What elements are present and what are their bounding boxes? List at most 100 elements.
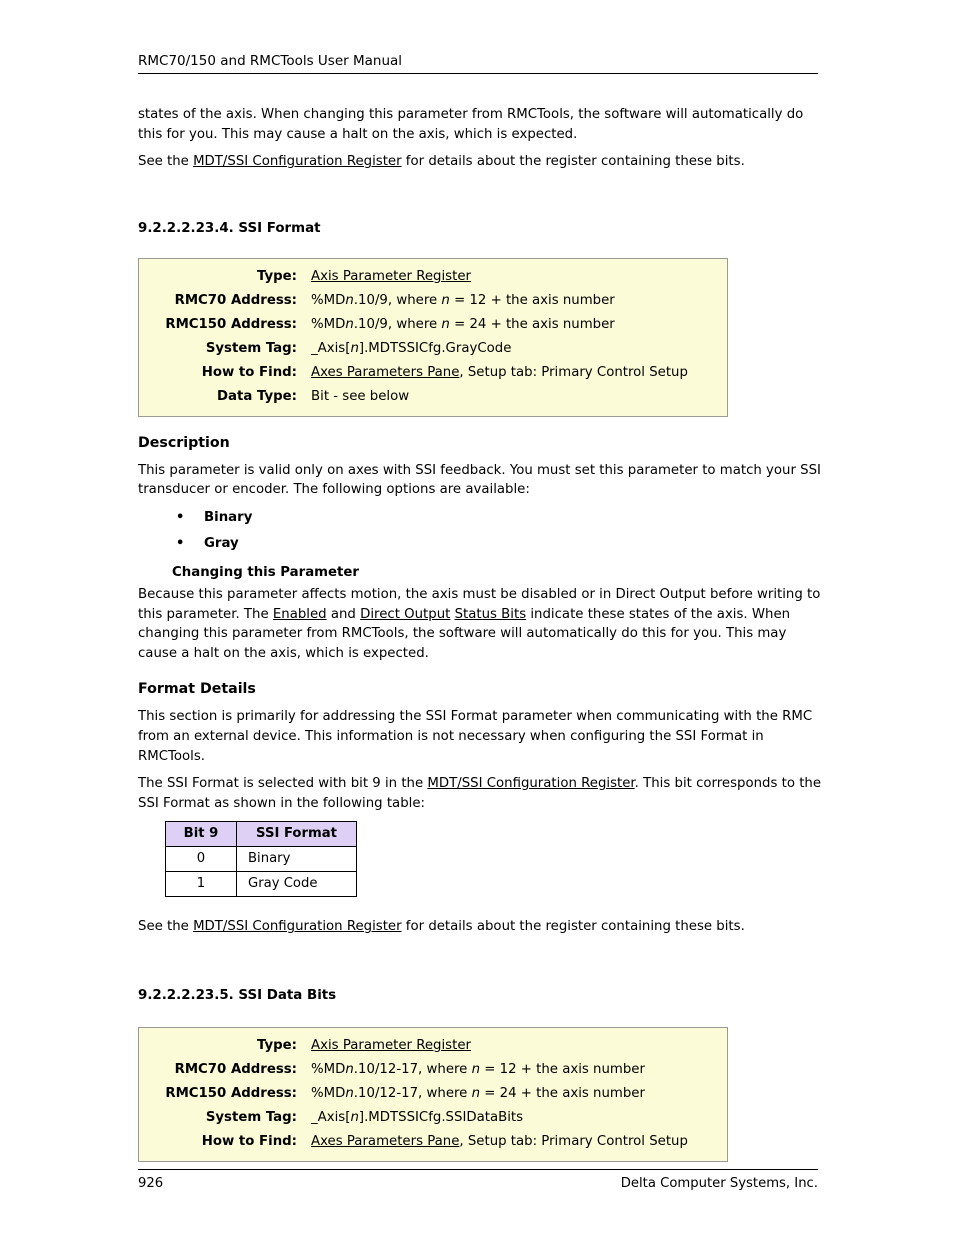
table-cell-bit: 1 xyxy=(165,871,237,898)
addr-mid: .10/12-17, where xyxy=(353,1085,472,1101)
param-value-system-tag: _Axis[n].MDTSSICfg.GrayCode xyxy=(297,337,511,361)
addr-var-n2: n xyxy=(441,316,450,332)
param-row-how-to-find: How to Find: Axes Parameters Pane, Setup… xyxy=(139,1130,727,1154)
axis-parameter-register-link[interactable]: Axis Parameter Register xyxy=(311,269,471,284)
param-label-rmc150-address: RMC150 Address: xyxy=(165,316,297,332)
addr-prefix: %MD xyxy=(311,316,346,332)
param-value-rmc70-address: %MDn.10/12-17, where n = 12 + the axis n… xyxy=(297,1058,645,1082)
enabled-status-bit-link[interactable]: Enabled xyxy=(273,607,327,622)
status-bits-link[interactable]: Status Bits xyxy=(455,607,527,622)
param-value-rmc150-address: %MDn.10/9, where n = 24 + the axis numbe… xyxy=(297,313,615,337)
page-header-title: RMC70/150 and RMCTools User Manual xyxy=(138,53,403,69)
page-header: RMC70/150 and RMCTools User Manual xyxy=(138,52,818,74)
see-register-paragraph-top: See the MDT/SSI Configuration Register f… xyxy=(138,152,828,172)
param-value-system-tag: _Axis[n].MDTSSICfg.SSIDataBits xyxy=(297,1106,523,1130)
footer-divider xyxy=(138,1169,818,1170)
tag-var-n: n xyxy=(350,340,359,356)
mdt-ssi-configuration-register-link[interactable]: MDT/SSI Configuration Register xyxy=(193,919,402,934)
tag-prefix: _Axis[ xyxy=(311,1109,351,1125)
param-label-rmc70-address: RMC70 Address: xyxy=(174,292,297,308)
ssi-format-options-list: Binary Gray xyxy=(138,505,828,557)
table-header-ssi-format: SSI Format xyxy=(236,821,357,848)
bit9-ssi-format-table: Bit 9 SSI Format 0 Binary 1 Gray Code xyxy=(165,821,357,898)
param-label-system-tag: System Tag: xyxy=(205,340,297,356)
param-value-how-to-find: Axes Parameters Pane, Setup tab: Primary… xyxy=(297,361,688,385)
see-register-paragraph-bottom: See the MDT/SSI Configuration Register f… xyxy=(138,917,828,937)
param-label-data-type: Data Type: xyxy=(217,388,297,404)
header-divider xyxy=(138,73,818,74)
addr-mid: .10/12-17, where xyxy=(353,1061,472,1077)
param-label-rmc150-address: RMC150 Address: xyxy=(165,1085,297,1101)
format-details-paragraph-2: The SSI Format is selected with bit 9 in… xyxy=(138,774,828,813)
footer-page-number: 926 xyxy=(138,1176,164,1191)
format-details-paragraph-1: This section is primarily for addressing… xyxy=(138,709,813,764)
table-header-row: Bit 9 SSI Format xyxy=(165,821,357,848)
addr-var-n2: n xyxy=(471,1061,481,1077)
param-row-rmc150-address: RMC150 Address: %MDn.10/9, where n = 24 … xyxy=(139,313,727,337)
page-footer: 926 Delta Computer Systems, Inc. xyxy=(138,1169,818,1193)
heading-changing-this-parameter: Changing this Parameter xyxy=(172,564,359,580)
manual-page: RMC70/150 and RMCTools User Manual state… xyxy=(0,0,954,1235)
param-row-how-to-find: How to Find: Axes Parameters Pane, Setup… xyxy=(139,361,727,385)
tag-prefix: _Axis[ xyxy=(311,340,351,356)
fd-prefix: The SSI Format is selected with bit 9 in… xyxy=(138,776,428,792)
param-label-how-to-find: How to Find: xyxy=(201,364,297,380)
see-suffix: for details about the register containin… xyxy=(401,154,745,170)
param-info-box-ssi-data-bits: Type: Axis Parameter Register RMC70 Addr… xyxy=(138,1026,728,1162)
tag-post: ].MDTSSICfg.SSIDataBits xyxy=(358,1109,524,1125)
param-row-system-tag: System Tag: _Axis[n].MDTSSICfg.GrayCode xyxy=(139,337,727,361)
table-header-bit9: Bit 9 xyxy=(165,821,237,848)
addr-post: = 12 + the axis number xyxy=(449,292,615,308)
addr-var-n: n xyxy=(345,316,354,332)
addr-mid: .10/9, where xyxy=(353,292,442,308)
table-row: 1 Gray Code xyxy=(165,871,357,898)
axes-parameters-pane-link[interactable]: Axes Parameters Pane xyxy=(311,1134,459,1149)
addr-post: = 24 + the axis number xyxy=(480,1085,645,1101)
see-prefix: See the xyxy=(138,919,194,935)
param-value-rmc150-address: %MDn.10/12-17, where n = 24 + the axis n… xyxy=(297,1082,645,1106)
heading-format-details: Format Details xyxy=(138,681,256,698)
tag-post: ].MDTSSICfg.GrayCode xyxy=(358,340,512,356)
list-item: Binary xyxy=(176,505,828,531)
param-label-type: Type: xyxy=(256,268,297,284)
param-value-type: Axis Parameter Register xyxy=(297,1034,471,1058)
mdt-ssi-configuration-register-link[interactable]: MDT/SSI Configuration Register xyxy=(193,154,402,169)
addr-var-n: n xyxy=(345,1085,354,1101)
addr-prefix: %MD xyxy=(311,1085,346,1101)
direct-output-link[interactable]: Direct Output xyxy=(360,607,450,622)
param-row-type: Type: Axis Parameter Register xyxy=(139,265,727,289)
param-row-rmc70-address: RMC70 Address: %MDn.10/12-17, where n = … xyxy=(139,1058,727,1082)
param-value-how-to-find: Axes Parameters Pane, Setup tab: Primary… xyxy=(297,1130,688,1154)
tag-var-n: n xyxy=(350,1109,359,1125)
addr-var-n: n xyxy=(345,1061,354,1077)
param-value-data-type: Bit - see below xyxy=(311,388,410,404)
param-row-data-type: Data Type: Bit - see below xyxy=(139,385,727,409)
changing-text-2: and xyxy=(326,606,361,622)
mdt-ssi-configuration-register-link[interactable]: MDT/SSI Configuration Register xyxy=(427,776,634,791)
changing-parameter-paragraph: Because this parameter affects motion, t… xyxy=(138,585,828,663)
list-item: Gray xyxy=(176,531,828,557)
section-heading-ssi-format: 9.2.2.2.23.4. SSI Format xyxy=(138,220,321,236)
axes-parameters-pane-link[interactable]: Axes Parameters Pane xyxy=(311,365,459,380)
addr-prefix: %MD xyxy=(311,292,346,308)
param-value-type: Axis Parameter Register xyxy=(297,265,471,289)
description-intro: This parameter is valid only on axes wit… xyxy=(138,462,821,498)
addr-mid: .10/9, where xyxy=(353,316,442,332)
footer-company: Delta Computer Systems, Inc. xyxy=(620,1176,818,1191)
table-cell-format: Gray Code xyxy=(236,871,357,898)
param-info-box-ssi-format: Type: Axis Parameter Register RMC70 Addr… xyxy=(138,257,728,417)
heading-description: Description xyxy=(138,434,230,451)
continued-paragraph: states of the axis. When changing this p… xyxy=(138,107,804,142)
table-cell-format: Binary xyxy=(236,846,357,873)
param-row-system-tag: System Tag: _Axis[n].MDTSSICfg.SSIDataBi… xyxy=(139,1106,727,1130)
param-row-rmc70-address: RMC70 Address: %MDn.10/9, where n = 12 +… xyxy=(139,289,727,313)
table-row: 0 Binary xyxy=(165,846,357,873)
page-content: states of the axis. When changing this p… xyxy=(138,105,828,1162)
param-row-rmc150-address: RMC150 Address: %MDn.10/12-17, where n =… xyxy=(139,1082,727,1106)
section-heading-ssi-data-bits: 9.2.2.2.23.5. SSI Data Bits xyxy=(138,987,337,1003)
param-label-how-to-find: How to Find: xyxy=(201,1133,297,1149)
axis-parameter-register-link[interactable]: Axis Parameter Register xyxy=(311,1038,471,1053)
param-label-system-tag: System Tag: xyxy=(205,1109,297,1125)
addr-prefix: %MD xyxy=(311,1061,346,1077)
see-suffix: for details about the register containin… xyxy=(401,919,745,935)
